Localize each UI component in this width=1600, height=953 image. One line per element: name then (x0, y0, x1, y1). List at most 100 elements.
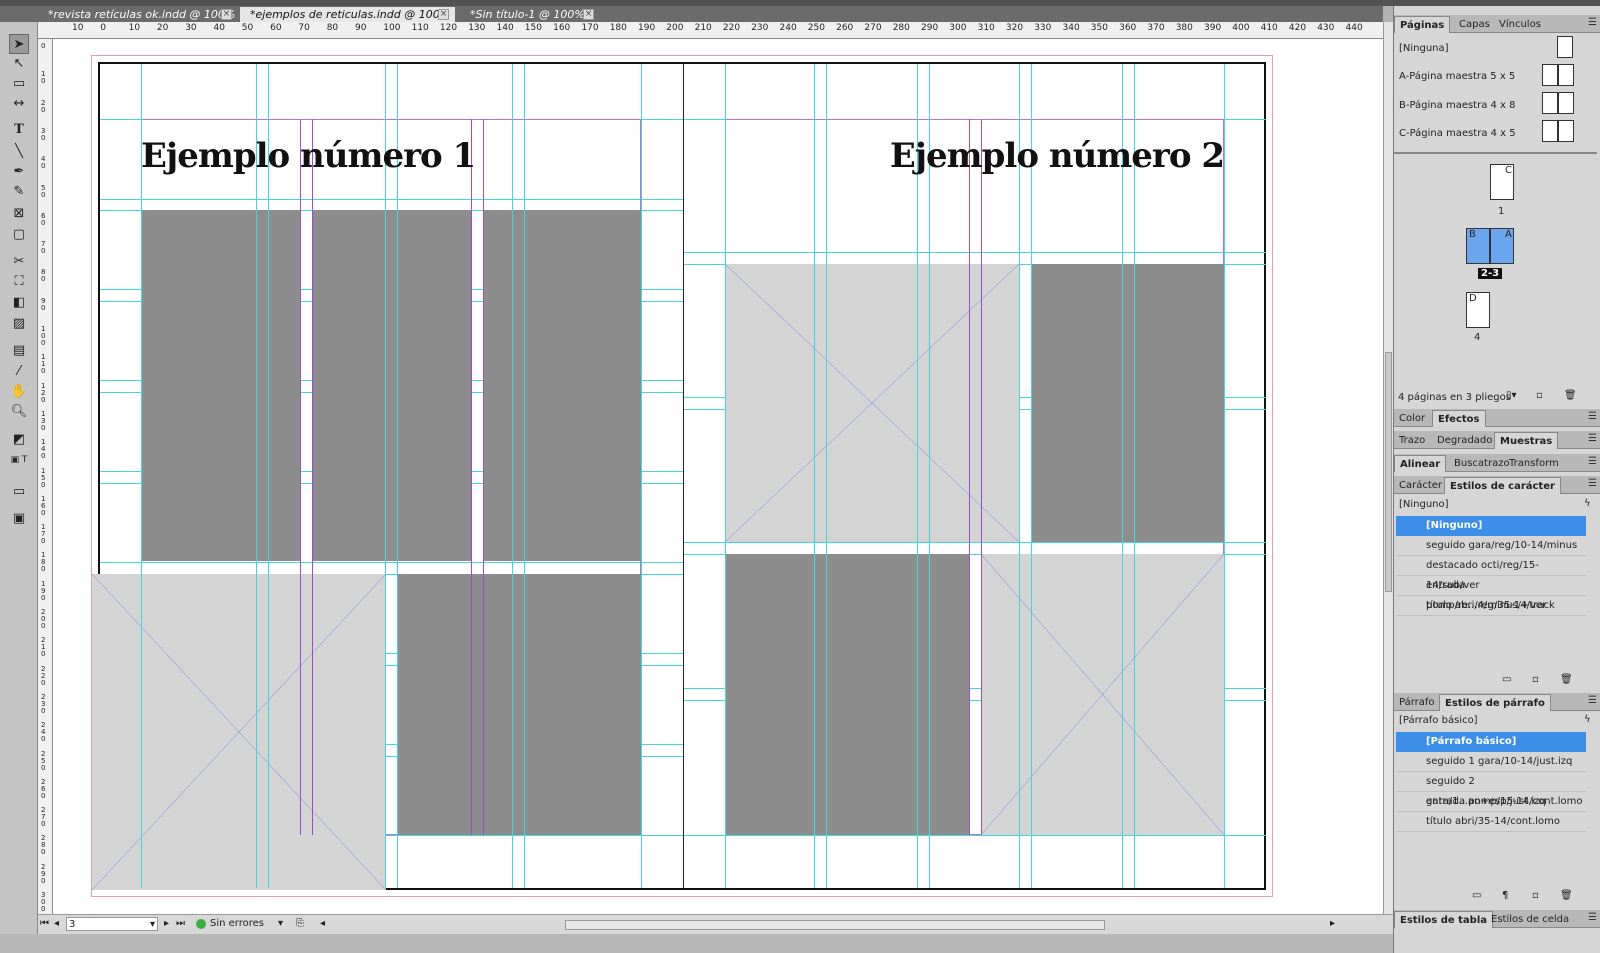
character-style-item[interactable]: título abri/reg/35-14/ver (1396, 596, 1586, 616)
folder-icon[interactable]: ▭ (1502, 674, 1511, 685)
note-tool-icon[interactable]: ▤ (9, 341, 29, 361)
scrollbar-thumb[interactable] (1385, 352, 1392, 592)
tab-parrafo[interactable]: Párrafo (1394, 694, 1440, 711)
preflight-status-label[interactable]: Sin errores (210, 915, 264, 933)
master-thumbnail[interactable] (1558, 64, 1574, 86)
tab-transform[interactable]: Transform (1504, 455, 1564, 472)
placeholder-frame[interactable] (92, 574, 386, 890)
hand-tool-icon[interactable]: ✋ (9, 382, 29, 402)
new-style-icon[interactable]: ▫ (1532, 890, 1539, 901)
zoom-tool-icon[interactable]: 🔍︎ (9, 402, 29, 422)
fill-stroke-icon[interactable]: ◩ (9, 430, 29, 450)
open-document-icon[interactable]: ⎘ (296, 915, 304, 933)
page-thumbnail-4[interactable]: D (1466, 292, 1490, 328)
close-icon[interactable]: × (221, 9, 232, 20)
tab-caracter[interactable]: Carácter (1394, 477, 1447, 494)
page-thumbnail-1[interactable]: C (1490, 164, 1514, 200)
character-style-item[interactable]: entrada pomp/re...4/minus/+track (1396, 576, 1586, 611)
previous-page-icon[interactable]: ◂ (54, 915, 59, 933)
tab-estilos-parrafo[interactable]: Estilos de párrafo (1439, 694, 1551, 711)
document-canvas[interactable]: Ejemplo número 1 Ejemplo número 2 (53, 39, 1383, 914)
lightning-icon[interactable]: ϟ (1584, 498, 1591, 509)
new-style-icon[interactable]: ▫ (1532, 674, 1539, 685)
tab-muestras[interactable]: Muestras (1494, 432, 1559, 449)
pen-tool-icon[interactable]: ✒ (9, 162, 29, 182)
tab-paginas[interactable]: Páginas (1394, 16, 1451, 33)
clear-overrides-icon[interactable]: ¶ (1502, 890, 1508, 901)
image-frame[interactable] (725, 554, 969, 835)
last-page-icon[interactable]: ⏭ (176, 915, 185, 933)
next-page-icon[interactable]: ▸ (164, 915, 169, 933)
formatting-affects-container-icon[interactable]: ▣ T (9, 450, 29, 470)
tab-sin-titulo[interactable]: *Sin título-1 @ 100% × (460, 7, 600, 22)
close-icon[interactable]: × (583, 9, 594, 20)
view-mode-icon[interactable]: ▭ (9, 482, 29, 502)
page-thumbnail-3[interactable]: A (1490, 228, 1514, 264)
scissors-tool-icon[interactable]: ✂ (9, 252, 29, 272)
tab-revista-reticulas[interactable]: *revista retículas ok.indd @ 100% × (38, 7, 238, 22)
panel-menu-icon[interactable]: ☰ (1588, 456, 1597, 467)
tab-color[interactable]: Color (1394, 410, 1430, 427)
rectangle-frame-tool-icon[interactable]: ⊠ (9, 204, 29, 224)
image-frame[interactable] (397, 574, 641, 835)
image-frame[interactable] (141, 210, 300, 561)
placeholder-frame[interactable] (725, 264, 1019, 542)
paragraph-style-item[interactable]: título abri/35-14/cont.lomo (1396, 812, 1586, 832)
gradient-feather-tool-icon[interactable]: ▨ (9, 314, 29, 334)
type-tool-icon[interactable]: T (9, 120, 29, 140)
vertical-ruler[interactable]: 0 10 20 30 40 50 60 70 80 90 100 110 120 130 140 150 160… (38, 39, 53, 914)
panel-menu-icon[interactable]: ☰ (1588, 17, 1597, 28)
pencil-tool-icon[interactable]: ✎ (9, 182, 29, 202)
image-frame[interactable] (483, 210, 641, 561)
tab-vinculos[interactable]: Vínculos (1494, 16, 1546, 33)
tab-ejemplos-reticulas[interactable]: *ejemplos de reticulas.indd @ 100% × (240, 7, 455, 22)
page-heading-right[interactable]: Ejemplo número 2 (890, 136, 1225, 176)
horizontal-scrollbar-thumb[interactable] (565, 920, 1105, 930)
free-transform-tool-icon[interactable]: ⛶ (9, 272, 29, 292)
master-thumbnail[interactable] (1558, 92, 1574, 114)
scroll-right-icon[interactable]: ▸ (1330, 915, 1335, 933)
master-thumbnail[interactable] (1542, 120, 1558, 142)
page-heading-left[interactable]: Ejemplo número 1 (141, 136, 476, 176)
gradient-tool-icon[interactable]: ◧ (9, 293, 29, 313)
tab-capas[interactable]: Capas (1454, 16, 1495, 33)
trash-icon[interactable]: 🗑︎ (1560, 674, 1573, 685)
eyedropper-tool-icon[interactable]: ⁄ (9, 362, 29, 382)
page-size-icon[interactable]: ▯▾ (1506, 390, 1517, 401)
scroll-left-icon[interactable]: ◂ (320, 915, 325, 933)
page-spread[interactable]: Ejemplo número 1 Ejemplo número 2 (92, 62, 1266, 890)
tab-estilos-tabla[interactable]: Estilos de tabla (1394, 911, 1494, 928)
page-tool-icon[interactable]: ▭ (9, 74, 29, 94)
chevron-down-icon[interactable]: ▾ (150, 918, 155, 932)
page-thumbnail-2[interactable]: B (1466, 228, 1490, 264)
trash-icon[interactable]: 🗑︎ (1560, 890, 1573, 901)
first-page-icon[interactable]: ⏮ (40, 915, 49, 933)
paragraph-style-item[interactable]: entrada pomp/15-14/cont.lomo (1396, 792, 1586, 812)
paragraph-style-item[interactable]: [Párrafo básico] (1396, 732, 1586, 752)
new-page-icon[interactable]: ▫ (1536, 390, 1543, 401)
panel-divider[interactable] (1394, 152, 1597, 154)
panel-menu-icon[interactable]: ☰ (1588, 433, 1597, 444)
gap-tool-icon[interactable]: ↔ (9, 94, 29, 114)
rectangle-tool-icon[interactable]: ▢ (9, 225, 29, 245)
tab-efectos[interactable]: Efectos (1432, 410, 1486, 427)
chevron-down-icon[interactable]: ▾ (278, 915, 283, 933)
tab-estilos-caracter[interactable]: Estilos de carácter (1444, 477, 1561, 494)
horizontal-ruler[interactable]: 10 0 10 20 30 40 50 60 70 80 90 100 110 120 130 140 150 1… (38, 22, 1383, 39)
close-icon[interactable]: × (438, 9, 449, 20)
tab-estilos-celda[interactable]: Estilos de celda (1486, 911, 1574, 928)
panel-menu-icon[interactable]: ☰ (1588, 478, 1597, 489)
vertical-scrollbar[interactable] (1383, 22, 1393, 914)
paragraph-style-item[interactable]: seguido 1 gara/10-14/just.izq (1396, 752, 1586, 772)
master-thumbnail[interactable] (1542, 64, 1558, 86)
master-thumbnail[interactable] (1557, 36, 1573, 58)
master-thumbnail[interactable] (1558, 120, 1574, 142)
selection-tool-icon[interactable]: ➤ (9, 34, 29, 54)
panel-menu-icon[interactable]: ☰ (1588, 912, 1597, 923)
character-style-item[interactable]: [Ninguno] (1396, 516, 1586, 536)
panel-menu-icon[interactable]: ☰ (1588, 411, 1597, 422)
master-thumbnail[interactable] (1542, 92, 1558, 114)
tab-alinear[interactable]: Alinear (1394, 455, 1447, 472)
tab-trazo[interactable]: Trazo (1394, 432, 1430, 449)
image-frame[interactable] (1031, 264, 1224, 542)
